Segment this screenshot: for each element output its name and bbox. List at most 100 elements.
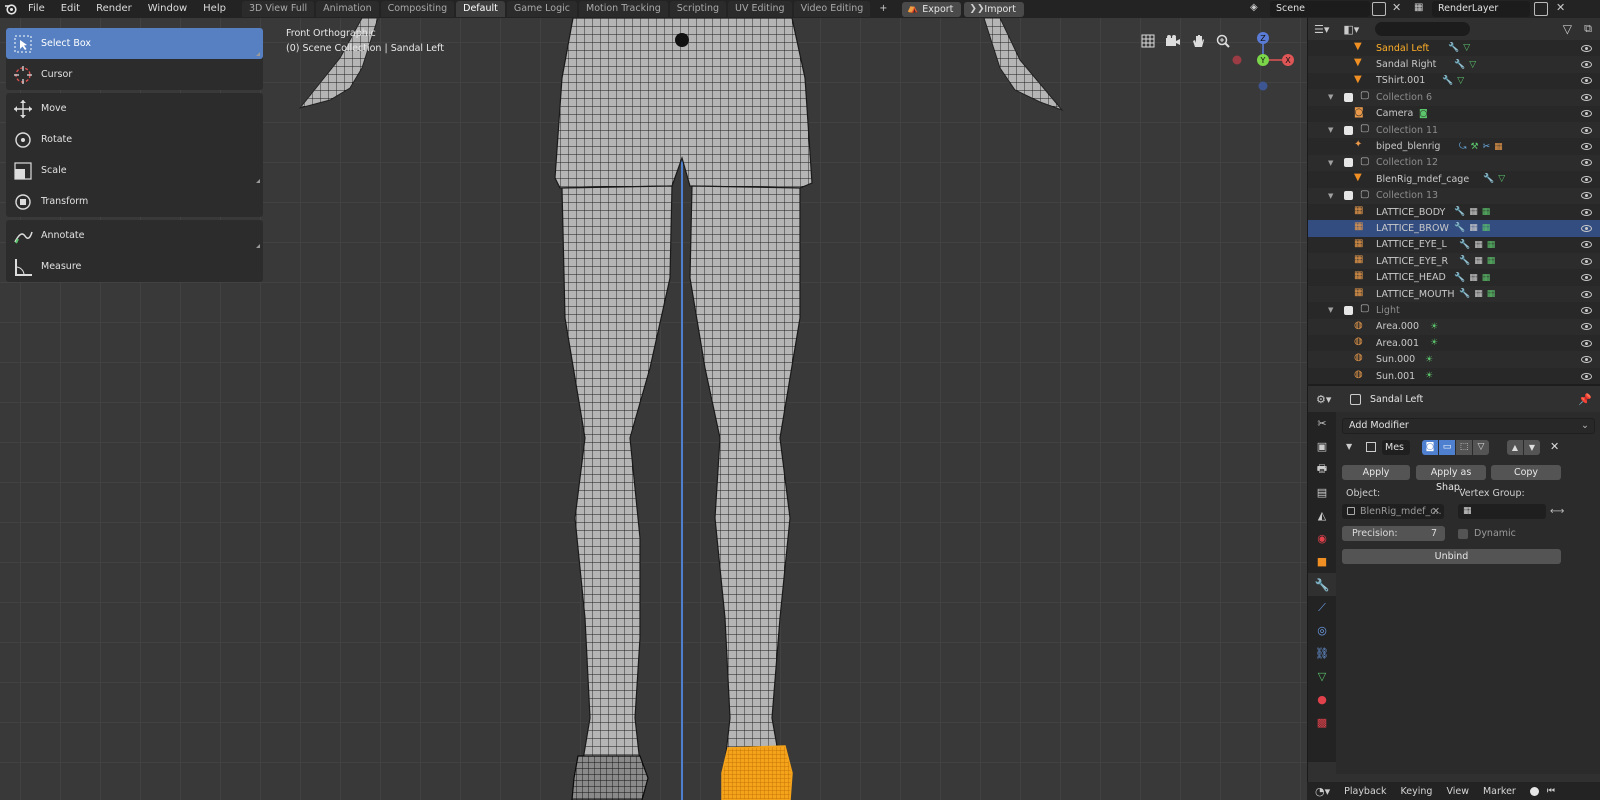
render-toggle-icon[interactable]: ◙ xyxy=(1422,440,1438,455)
modifier-data-icon[interactable]: ▦ xyxy=(1494,142,1503,152)
modifier-data-icon[interactable]: 🔧 xyxy=(1454,273,1465,283)
modifier-data-icon[interactable]: ▦ xyxy=(1474,240,1483,250)
modifier-data-icon[interactable]: 🔧 xyxy=(1483,174,1494,184)
orientation-gizmo[interactable]: Z X Y xyxy=(1228,28,1300,108)
outliner-row[interactable]: ▼ ▢ Collection 6 xyxy=(1308,89,1600,106)
scene-name-field[interactable]: Scene xyxy=(1270,1,1370,17)
playback-menu[interactable]: Playback xyxy=(1344,786,1386,797)
new-collection-icon[interactable]: ⧉ xyxy=(1584,22,1592,36)
visibility-eye-icon[interactable] xyxy=(1581,175,1592,183)
collection-checkbox[interactable] xyxy=(1344,191,1353,201)
outliner-search-input[interactable] xyxy=(1375,22,1471,36)
move-down-icon[interactable]: ▼ xyxy=(1524,440,1540,455)
precision-field[interactable]: Precision: 7 xyxy=(1342,526,1445,541)
visibility-eye-icon[interactable] xyxy=(1581,44,1592,52)
modifier-data-icon[interactable]: ▦ xyxy=(1469,207,1478,217)
outliner-row[interactable]: ▼ ▢ Collection 12 xyxy=(1308,154,1600,172)
visibility-eye-icon[interactable] xyxy=(1581,323,1592,331)
modifier-data-icon[interactable]: 🔧 xyxy=(1442,76,1453,86)
modifier-data-icon[interactable]: ▦ xyxy=(1474,256,1483,266)
modifier-data-icon[interactable]: 🔧 xyxy=(1459,289,1470,299)
delete-scene-icon[interactable]: ✕ xyxy=(1392,1,1401,14)
new-view-layer-icon[interactable] xyxy=(1534,2,1548,16)
visibility-eye-icon[interactable] xyxy=(1581,306,1592,314)
outliner-row[interactable]: ▼ ▢ Light xyxy=(1308,302,1600,318)
visibility-eye-icon[interactable] xyxy=(1581,93,1592,101)
constraints-tab-icon[interactable]: ⛓ xyxy=(1308,642,1336,665)
collection-checkbox[interactable] xyxy=(1344,305,1353,315)
keying-menu[interactable]: Keying xyxy=(1401,786,1433,797)
tool-cursor[interactable]: Cursor xyxy=(6,59,263,90)
outliner-row[interactable]: ▼ Sandal Right 🔧 ▽ xyxy=(1308,56,1600,73)
editmode-toggle-icon[interactable]: ⬚ xyxy=(1456,440,1472,455)
outliner-row[interactable]: ▼ TShirt.001 🔧 ▽ xyxy=(1308,73,1600,89)
filter-icon[interactable]: ▽ xyxy=(1563,22,1572,36)
visibility-eye-icon[interactable] xyxy=(1581,159,1592,167)
modifier-data-icon[interactable]: 🔧 xyxy=(1454,223,1465,233)
modifier-data-icon[interactable]: ☀ xyxy=(1430,338,1438,348)
tab-video-editing[interactable]: Video Editing xyxy=(793,1,871,17)
copy-button[interactable]: Copy xyxy=(1491,465,1561,480)
collection-checkbox[interactable] xyxy=(1344,92,1353,102)
modifier-data-icon[interactable]: ⤿ xyxy=(1459,142,1467,152)
data-tab-icon[interactable]: ▽ xyxy=(1308,665,1336,688)
output-tab-icon[interactable]: 🖶 xyxy=(1308,458,1336,481)
visibility-eye-icon[interactable] xyxy=(1581,372,1592,380)
camera-view-icon[interactable] xyxy=(1162,30,1184,52)
visibility-eye-icon[interactable] xyxy=(1581,290,1592,298)
menu-help[interactable]: Help xyxy=(195,0,234,18)
tab-animation[interactable]: Animation xyxy=(316,1,379,17)
editor-type-icon[interactable]: ☰▾ xyxy=(1314,23,1329,36)
object-field[interactable]: BlenRig_mdef_c.. ✕ xyxy=(1342,504,1444,519)
display-mode-icon[interactable]: ◧▾ xyxy=(1343,23,1359,36)
modifier-name-field[interactable]: Mes xyxy=(1382,440,1410,455)
outliner-row[interactable]: ▦ LATTICE_EYE_R 🔧 ▦ ▦ xyxy=(1308,253,1600,270)
outliner-row[interactable]: ▼ ▢ Collection 13 xyxy=(1308,187,1600,204)
visibility-eye-icon[interactable] xyxy=(1581,224,1592,232)
render-tab-icon[interactable]: ▣ xyxy=(1308,435,1336,458)
outliner-row[interactable]: ▼ BlenRig_mdef_cage 🔧 ▽ xyxy=(1308,171,1600,187)
collapse-toggle-icon[interactable]: ▼ xyxy=(1346,442,1352,451)
expand-toggle-icon[interactable]: ▼ xyxy=(1328,93,1333,101)
modifier-data-icon[interactable]: 🔧 xyxy=(1454,60,1465,70)
blender-logo-icon[interactable] xyxy=(0,0,20,18)
visibility-eye-icon[interactable] xyxy=(1581,126,1592,134)
modifier-data-icon[interactable]: ✂ xyxy=(1483,142,1491,152)
3d-viewport[interactable]: Select Box Cursor Move Rotate Scale Tran… xyxy=(0,18,1307,800)
view-layer-icon[interactable]: ▦ xyxy=(1414,2,1428,16)
tab-game-logic[interactable]: Game Logic xyxy=(506,1,577,17)
outliner-row[interactable]: ▦ LATTICE_EYE_L 🔧 ▦ ▦ xyxy=(1308,237,1600,253)
expand-toggle-icon[interactable]: ▼ xyxy=(1328,306,1333,314)
dynamic-checkbox[interactable] xyxy=(1458,529,1468,539)
visibility-eye-icon[interactable] xyxy=(1581,339,1592,347)
modifier-data-icon[interactable]: 🔧 xyxy=(1459,256,1470,266)
outliner-row[interactable]: ◍ Sun.000 ☀ xyxy=(1308,351,1600,368)
visibility-eye-icon[interactable] xyxy=(1581,274,1592,282)
outliner-row[interactable]: ▼ ▢ Collection 11 xyxy=(1308,121,1600,139)
vertex-group-field[interactable]: ▦ xyxy=(1458,504,1546,519)
visibility-eye-icon[interactable] xyxy=(1581,208,1592,216)
view-layer-tab-icon[interactable]: ▤ xyxy=(1308,481,1336,504)
modifier-data-icon[interactable]: ⚒ xyxy=(1471,142,1479,152)
record-icon[interactable] xyxy=(1529,786,1539,796)
material-tab-icon[interactable]: ● xyxy=(1308,688,1336,711)
modifier-data-icon[interactable]: ▽ xyxy=(1463,43,1470,53)
modifier-data-icon[interactable]: ▦ xyxy=(1482,207,1491,217)
pan-view-icon[interactable] xyxy=(1187,30,1209,52)
world-tab-icon[interactable]: ◉ xyxy=(1308,527,1336,550)
unbind-button[interactable]: Unbind xyxy=(1342,549,1561,564)
new-scene-icon[interactable] xyxy=(1372,2,1386,16)
modifier-data-icon[interactable]: ▦ xyxy=(1474,289,1483,299)
tab-motion-tracking[interactable]: Motion Tracking xyxy=(579,1,668,17)
remove-modifier-icon[interactable]: ✕ xyxy=(1550,440,1559,453)
move-up-icon[interactable]: ▲ xyxy=(1507,440,1523,455)
outliner-row[interactable]: ◍ Area.000 ☀ xyxy=(1308,318,1600,336)
modifier-data-icon[interactable]: ▦ xyxy=(1487,289,1496,299)
modifier-data-icon[interactable]: 🔧 xyxy=(1459,240,1470,250)
tab-compositing[interactable]: Compositing xyxy=(380,1,455,17)
outliner-row[interactable]: ◍ Area.001 ☀ xyxy=(1308,335,1600,351)
outliner-row[interactable]: ▼ Sandal Left 🔧 ▽ xyxy=(1308,40,1600,56)
tab-3d-view-full[interactable]: 3D View Full xyxy=(241,1,315,17)
modifier-data-icon[interactable]: 🔧 xyxy=(1448,43,1459,53)
export-button[interactable]: ⛺ Export xyxy=(902,1,962,17)
